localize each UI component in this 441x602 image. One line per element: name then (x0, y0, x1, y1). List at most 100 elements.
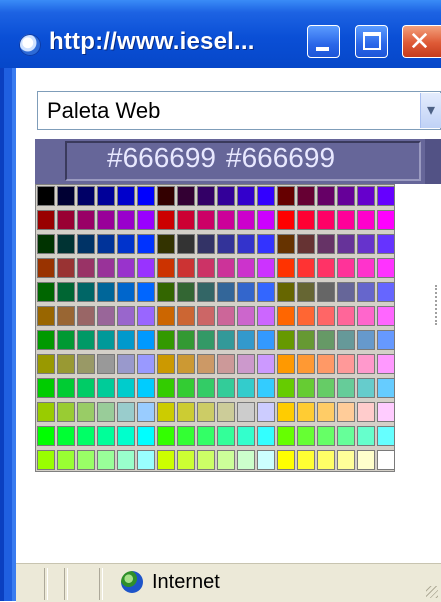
palette-swatch[interactable] (317, 210, 335, 230)
palette-swatch[interactable] (157, 210, 175, 230)
palette-swatch[interactable] (297, 186, 315, 206)
palette-swatch[interactable] (357, 258, 375, 278)
palette-swatch[interactable] (137, 282, 155, 302)
palette-swatch[interactable] (337, 306, 355, 326)
palette-swatch[interactable] (377, 306, 395, 326)
palette-swatch[interactable] (137, 450, 155, 470)
palette-swatch[interactable] (217, 234, 235, 254)
palette-swatch[interactable] (77, 210, 95, 230)
palette-swatch[interactable] (37, 402, 55, 422)
palette-swatch[interactable] (297, 426, 315, 446)
palette-swatch[interactable] (197, 402, 215, 422)
maximize-button[interactable] (355, 25, 388, 58)
palette-swatch[interactable] (197, 450, 215, 470)
palette-swatch[interactable] (277, 426, 295, 446)
palette-swatch[interactable] (317, 234, 335, 254)
palette-swatch[interactable] (37, 426, 55, 446)
palette-swatch[interactable] (297, 306, 315, 326)
palette-swatch[interactable] (257, 330, 275, 350)
palette-swatch[interactable] (277, 330, 295, 350)
palette-swatch[interactable] (37, 306, 55, 326)
palette-swatch[interactable] (337, 234, 355, 254)
palette-select-dropdown-button[interactable]: ▾ (420, 93, 441, 128)
palette-swatch[interactable] (217, 282, 235, 302)
palette-swatch[interactable] (57, 402, 75, 422)
palette-swatch[interactable] (37, 330, 55, 350)
palette-swatch[interactable] (337, 450, 355, 470)
palette-swatch[interactable] (317, 426, 335, 446)
palette-swatch[interactable] (337, 378, 355, 398)
palette-swatch[interactable] (357, 306, 375, 326)
palette-swatch[interactable] (137, 306, 155, 326)
palette-swatch[interactable] (217, 402, 235, 422)
palette-swatch[interactable] (357, 354, 375, 374)
palette-swatch[interactable] (97, 258, 115, 278)
palette-swatch[interactable] (97, 426, 115, 446)
palette-swatch[interactable] (377, 426, 395, 446)
palette-swatch[interactable] (137, 378, 155, 398)
palette-swatch[interactable] (277, 258, 295, 278)
palette-swatch[interactable] (177, 450, 195, 470)
palette-swatch[interactable] (57, 426, 75, 446)
palette-swatch[interactable] (57, 282, 75, 302)
palette-swatch[interactable] (37, 210, 55, 230)
palette-swatch[interactable] (77, 426, 95, 446)
palette-swatch[interactable] (97, 282, 115, 302)
resize-grip-icon[interactable] (426, 586, 438, 598)
palette-swatch[interactable] (297, 258, 315, 278)
palette-swatch[interactable] (277, 234, 295, 254)
palette-swatch[interactable] (177, 378, 195, 398)
palette-swatch[interactable] (117, 450, 135, 470)
palette-swatch[interactable] (317, 450, 335, 470)
palette-swatch[interactable] (297, 330, 315, 350)
palette-swatch[interactable] (257, 450, 275, 470)
palette-swatch[interactable] (57, 330, 75, 350)
minimize-button[interactable] (307, 25, 340, 58)
palette-swatch[interactable] (237, 282, 255, 302)
palette-swatch[interactable] (117, 378, 135, 398)
palette-swatch[interactable] (117, 186, 135, 206)
palette-swatch[interactable] (97, 378, 115, 398)
palette-swatch[interactable] (277, 186, 295, 206)
palette-swatch[interactable] (357, 330, 375, 350)
palette-swatch[interactable] (217, 330, 235, 350)
palette-swatch[interactable] (197, 330, 215, 350)
palette-swatch[interactable] (277, 282, 295, 302)
palette-swatch[interactable] (57, 234, 75, 254)
palette-swatch[interactable] (97, 186, 115, 206)
palette-swatch[interactable] (217, 210, 235, 230)
palette-swatch[interactable] (177, 330, 195, 350)
palette-swatch[interactable] (217, 378, 235, 398)
palette-swatch[interactable] (77, 234, 95, 254)
palette-swatch[interactable] (337, 210, 355, 230)
palette-swatch[interactable] (137, 186, 155, 206)
palette-swatch[interactable] (197, 378, 215, 398)
palette-swatch[interactable] (197, 258, 215, 278)
close-button[interactable]: ✕ (402, 25, 441, 58)
palette-swatch[interactable] (377, 234, 395, 254)
palette-swatch[interactable] (57, 186, 75, 206)
palette-swatch[interactable] (197, 306, 215, 326)
palette-swatch[interactable] (117, 402, 135, 422)
palette-swatch[interactable] (317, 330, 335, 350)
palette-swatch[interactable] (377, 186, 395, 206)
palette-swatch[interactable] (237, 210, 255, 230)
palette-swatch[interactable] (97, 306, 115, 326)
palette-swatch[interactable] (77, 258, 95, 278)
palette-swatch[interactable] (77, 282, 95, 302)
palette-swatch[interactable] (257, 210, 275, 230)
palette-swatch[interactable] (237, 258, 255, 278)
palette-swatch[interactable] (77, 306, 95, 326)
palette-swatch[interactable] (257, 306, 275, 326)
palette-swatch[interactable] (97, 210, 115, 230)
palette-swatch[interactable] (337, 402, 355, 422)
palette-swatch[interactable] (77, 378, 95, 398)
palette-swatch[interactable] (137, 402, 155, 422)
palette-swatch[interactable] (377, 258, 395, 278)
palette-swatch[interactable] (377, 210, 395, 230)
palette-swatch[interactable] (377, 378, 395, 398)
palette-swatch[interactable] (37, 450, 55, 470)
palette-swatch[interactable] (357, 234, 375, 254)
palette-swatch[interactable] (157, 330, 175, 350)
palette-swatch[interactable] (317, 282, 335, 302)
